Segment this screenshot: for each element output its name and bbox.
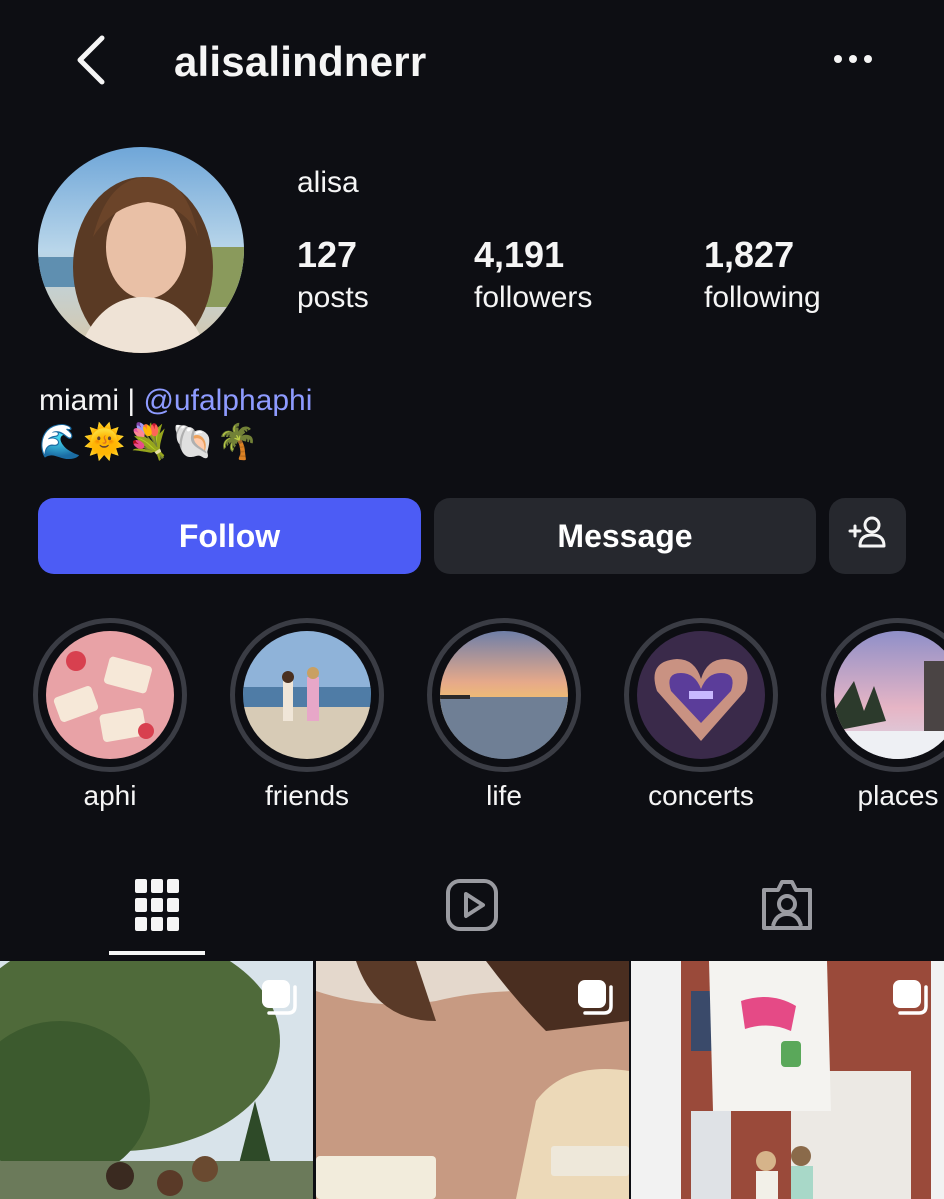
tab-tagged[interactable] [737, 872, 837, 942]
following-stat[interactable]: 1,827 following [704, 236, 821, 318]
reels-icon [445, 878, 499, 937]
bio-emojis: 🌊🌞💐🐚🌴 [39, 423, 261, 461]
message-button[interactable]: Message [434, 498, 816, 574]
highlight-friends[interactable]: friends [230, 618, 384, 812]
multiple-posts-icon [890, 977, 930, 1022]
highlight-cover [243, 631, 371, 759]
followers-count: 4,191 [474, 234, 565, 275]
highlight-cover [834, 631, 944, 759]
highlight-label: friends [264, 780, 350, 811]
grid-icon [134, 878, 180, 937]
avatar[interactable] [38, 147, 244, 353]
tagged-icon [760, 878, 814, 937]
posts-label: posts [297, 281, 369, 314]
add-person-button[interactable] [829, 498, 906, 574]
tab-reels[interactable] [422, 872, 522, 942]
bio-mention-link[interactable]: @ufalphaphi [143, 384, 312, 417]
following-count: 1,827 [704, 234, 795, 275]
display-name: alisa [297, 166, 359, 199]
post-thumbnail[interactable] [631, 961, 944, 1199]
highlight-label: aphi [83, 780, 137, 811]
ellipsis-icon[interactable] [828, 44, 878, 74]
multiple-posts-icon [575, 977, 615, 1022]
highlight-label: life [486, 780, 522, 811]
highlight-label: concerts [648, 780, 754, 811]
selected-tab-indicator [109, 951, 205, 955]
add-person-icon [848, 515, 888, 557]
highlight-concerts[interactable]: concerts [624, 618, 778, 812]
post-thumbnail[interactable] [316, 961, 629, 1199]
highlight-cover [440, 631, 568, 759]
posts-stat: 127 posts [297, 236, 369, 318]
followers-stat[interactable]: 4,191 followers [474, 236, 592, 318]
following-label: following [704, 281, 821, 314]
bio-line: miami | @ufalphaphi [39, 384, 312, 418]
back-icon[interactable] [70, 34, 114, 86]
highlight-cover [46, 631, 174, 759]
posts-count: 127 [297, 234, 358, 275]
highlight-label: places [857, 780, 939, 811]
post-thumbnail[interactable] [0, 961, 313, 1199]
highlight-aphi[interactable]: aphi [33, 618, 187, 812]
highlight-cover [637, 631, 765, 759]
profile-username: alisalindnerr [174, 38, 427, 85]
bio-text: miami | [39, 384, 144, 417]
followers-label: followers [474, 281, 593, 314]
multiple-posts-icon [259, 977, 299, 1022]
posts-grid [0, 961, 944, 1199]
profile-tabs [0, 862, 944, 960]
highlight-life[interactable]: life [427, 618, 581, 812]
top-bar: alisalindnerr [0, 0, 944, 120]
highlight-places[interactable]: places [821, 618, 944, 812]
follow-button[interactable]: Follow [38, 498, 421, 574]
tab-grid[interactable] [107, 872, 207, 942]
